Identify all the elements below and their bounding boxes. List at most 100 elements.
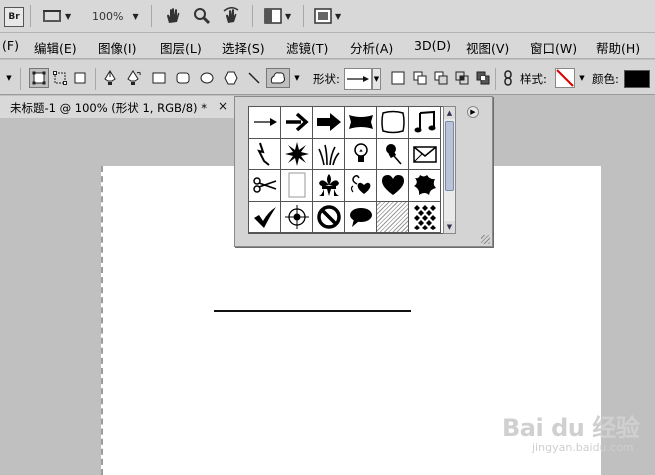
shape-lightning[interactable] [249,138,281,170]
shape-checkmark[interactable] [249,201,281,233]
shape-fleur-de-lis[interactable] [313,170,345,202]
separator [252,5,253,27]
separator [495,68,496,90]
style-dropdown-button[interactable]: ▼ [577,68,587,88]
separator [95,68,96,90]
custom-shape-tool-button[interactable] [266,68,290,88]
shape-layers-button[interactable] [29,68,49,88]
shape-ink-splat[interactable] [409,170,441,202]
shape-frame-square[interactable] [377,107,409,139]
menu-select[interactable]: 选择(S) [222,38,265,57]
scroll-up-icon[interactable]: ▲ [444,107,455,119]
shape-hatch-pattern[interactable] [377,201,409,233]
close-icon[interactable]: × [218,99,228,113]
custom-shape-picker[interactable] [344,68,372,90]
shape-grass[interactable] [313,138,345,170]
tool-preset-picker[interactable]: ▼ [4,68,14,88]
shape-grid-scrollbar[interactable]: ▲ ▼ [443,106,456,234]
shape-arrow-bold[interactable] [281,107,313,139]
menu-layer[interactable]: 图层(L) [160,38,202,57]
link-icon [504,70,512,86]
paths-button[interactable] [50,68,70,88]
rounded-rectangle-button[interactable] [173,68,193,88]
document-tab[interactable]: 未标题-1 @ 100% (形状 1, RGB/8) * [0,96,236,118]
fill-pixels-button[interactable] [70,68,90,88]
shape-no-sign[interactable] [313,201,345,233]
chevron-down-icon: ▼ [294,74,300,82]
line-tool-button[interactable] [244,68,264,88]
chevron-down-icon: ▼ [335,11,342,21]
shape-heart[interactable] [377,170,409,202]
shape-picker-dropdown[interactable]: ▼ [372,68,381,90]
shape-thumbtack[interactable] [377,138,409,170]
style-picker[interactable] [555,68,575,88]
zoom-tool-button[interactable] [193,5,211,27]
view-extras-button[interactable]: ▼ [42,5,71,27]
link-layer-style-button[interactable] [500,68,516,88]
subtract-shape-button[interactable] [431,68,451,88]
custom-shape-icon [270,72,286,84]
document-tab-title: 未标题-1 @ 100% (形状 1, RGB/8) * [10,101,207,115]
rotate-hand-icon [223,7,239,23]
new-layer-icon [391,71,405,85]
shape-banner[interactable] [345,107,377,139]
envelope-icon [412,146,437,163]
freeform-pen-button[interactable] [124,68,144,88]
shape-speech-bubble[interactable] [345,201,377,233]
lightning-icon [256,142,270,166]
add-to-shape-button[interactable] [410,68,430,88]
rectangle-tool-button[interactable] [149,68,169,88]
menu-edit[interactable]: 编辑(E) [34,38,77,57]
hand-tool-button[interactable] [164,5,182,27]
intersect-shape-icon [455,71,469,85]
lightbulb-icon [353,143,368,162]
menu-window[interactable]: 窗口(W) [530,38,577,57]
ellipse-tool-button[interactable] [197,68,217,88]
shape-crosshair[interactable] [281,201,313,233]
bridge-button[interactable]: Br [4,7,24,27]
new-shape-layer-button[interactable] [388,68,408,88]
shape-arrow-block[interactable] [313,107,345,139]
shape-lightbulb[interactable] [345,138,377,170]
menu-analysis[interactable]: 分析(A) [350,38,393,57]
shape-diamond-pattern[interactable] [409,201,441,233]
banner-icon [348,115,373,130]
menu-image[interactable]: 图像(I) [98,38,136,57]
intersect-shape-button[interactable] [452,68,472,88]
zoom-level-select[interactable]: 100% ▼ [92,5,139,27]
separator [30,5,31,27]
no-sign-icon [316,205,341,229]
rotate-view-button[interactable] [222,5,242,27]
menu-file[interactable]: (F) [2,38,19,53]
color-swatch[interactable] [624,70,650,88]
speech-bubble-icon [349,207,372,227]
chevron-down-icon: ▼ [6,74,12,82]
shape-scissors[interactable] [249,170,281,202]
polygon-tool-button[interactable] [221,68,241,88]
thumbtack-icon [385,143,402,165]
shape-envelope[interactable] [409,138,441,170]
checkmark-icon [253,206,276,228]
arrange-documents-button[interactable]: ▼ [264,5,291,27]
menu-view[interactable]: 视图(V) [466,38,509,57]
fleur-de-lis-icon [318,174,339,197]
menu-3d[interactable]: 3D(D) [414,38,451,53]
menu-help[interactable]: 帮助(H) [596,38,640,57]
magnifier-icon [194,8,211,25]
shape-panel-menu-button[interactable]: ▶ [467,106,479,118]
shape-paper[interactable] [281,170,313,202]
shape-music-note[interactable] [409,107,441,139]
shape-starburst[interactable] [281,138,313,170]
screen-mode-button[interactable]: ▼ [314,5,341,27]
shape-heart-ornament[interactable] [345,170,377,202]
pen-tool-button[interactable] [100,68,120,88]
resize-grip-icon[interactable] [481,235,490,244]
separator [303,5,304,27]
menu-filter[interactable]: 滤镜(T) [286,38,328,57]
scroll-down-icon[interactable]: ▼ [444,221,455,233]
drawn-line-shape[interactable] [214,310,411,312]
geometry-options-button[interactable]: ▼ [292,68,302,88]
shape-arrow-thin[interactable] [249,107,281,139]
scrollbar-thumb[interactable] [445,121,454,191]
exclude-shape-button[interactable] [473,68,493,88]
